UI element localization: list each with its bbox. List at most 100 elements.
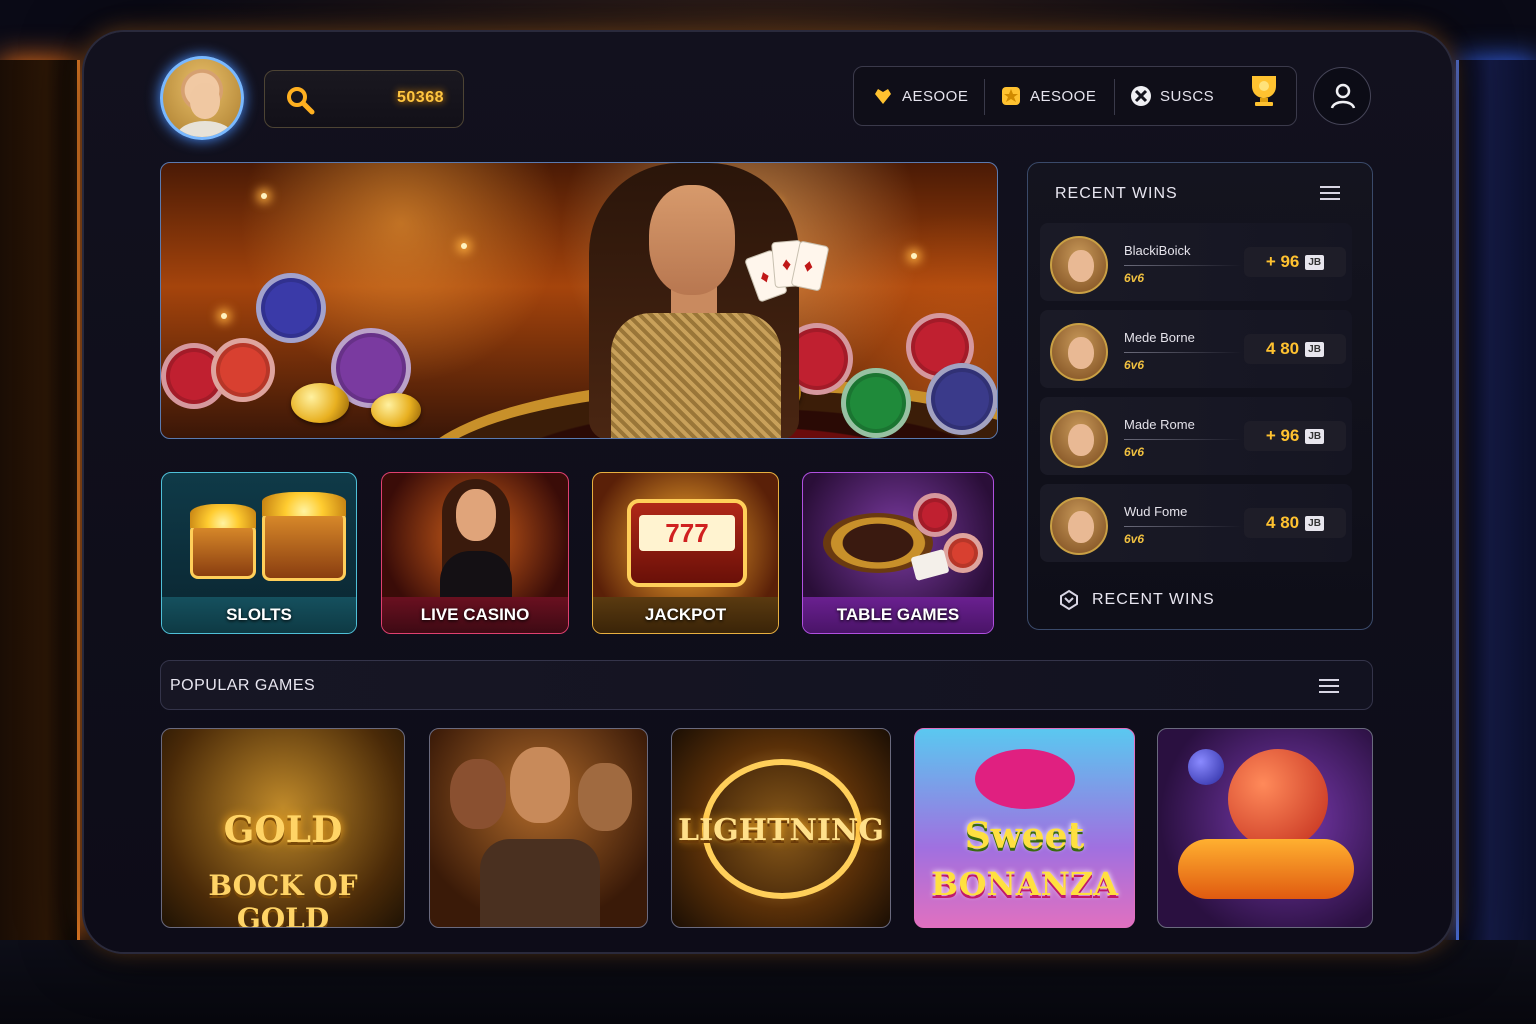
user-icon <box>1330 83 1356 109</box>
currency-label-3: SUSCS <box>1160 87 1215 105</box>
win-amount: 4 80 JB <box>1244 334 1346 364</box>
poker-chip <box>211 338 275 402</box>
currency-item-2[interactable]: AESOOE <box>1000 85 1096 107</box>
category-slots[interactable]: SLOLTS <box>161 472 357 634</box>
profile-avatar[interactable] <box>160 56 244 140</box>
winner-name: Made Rome <box>1124 417 1195 432</box>
win-row[interactable]: Mede Borne 6v6 4 80 JB <box>1040 310 1352 388</box>
recent-wins-link[interactable]: RECENT WINS <box>1058 589 1215 611</box>
gold-coin <box>291 383 349 423</box>
logo-blob <box>1178 839 1354 899</box>
slots-art <box>162 473 356 597</box>
winner-avatar <box>1050 410 1108 468</box>
category-jackpot[interactable]: 777 JACKPOT <box>592 472 779 634</box>
winner-avatar <box>1050 236 1108 294</box>
planet <box>1188 749 1224 785</box>
currency-badge: JB <box>1305 515 1324 531</box>
character-face <box>450 759 506 829</box>
game-tile-space[interactable] <box>1157 728 1373 928</box>
recent-wins-title: RECENT WINS <box>1055 185 1178 202</box>
gem-icon <box>1060 589 1078 611</box>
divider <box>1124 439 1242 440</box>
avatar-face <box>190 83 220 119</box>
treasure-chest <box>190 504 256 579</box>
winner-name: Mede Borne <box>1124 330 1195 345</box>
currency-label-1: AESOOE <box>902 87 969 105</box>
game-tile-adventure[interactable] <box>429 728 648 928</box>
win-row[interactable]: Made Rome 6v6 + 96 JB <box>1040 397 1352 475</box>
win-value: + 96 <box>1265 252 1300 271</box>
recent-wins-panel: RECENT WINS BlackiBoick 6v6 + 96 JB Mede … <box>1027 162 1373 630</box>
divider <box>1114 79 1115 115</box>
winner-name: Wud Fome <box>1124 504 1188 519</box>
game-title: LIGHTNING <box>678 813 884 848</box>
poker-chip <box>841 368 911 438</box>
winner-avatar <box>1050 497 1108 555</box>
game-subtitle: BOCK OF GOLD <box>208 869 358 928</box>
currency-item-1[interactable]: AESOOE <box>872 85 968 107</box>
divider <box>984 79 985 115</box>
currency-label-2: AESOOE <box>1030 87 1097 105</box>
winner-sub: 6v6 <box>1124 358 1145 372</box>
popular-games-header: POPULAR GAMES <box>160 660 1373 710</box>
win-amount: + 96 JB <box>1244 421 1346 451</box>
table-games-art <box>803 473 993 597</box>
character-body <box>480 839 600 927</box>
win-value: 4 80 <box>1266 339 1300 358</box>
floor <box>0 940 1536 1024</box>
poker-chip <box>943 533 983 573</box>
character-face <box>578 763 632 831</box>
category-label: LIVE CASINO <box>382 597 568 633</box>
game-title: Sweet <box>964 815 1085 857</box>
currency-bar: AESOOE AESOOE SUSCS <box>853 66 1297 126</box>
poker-chip <box>256 273 326 343</box>
dealer-dress <box>440 551 512 601</box>
search-icon <box>287 87 315 115</box>
treasure-chest <box>262 492 346 581</box>
divider <box>1124 352 1242 353</box>
right-glow-wall <box>1456 60 1536 940</box>
currency-badge: JB <box>1305 428 1325 444</box>
sparkle <box>221 313 227 319</box>
heart-gem-icon <box>875 89 891 104</box>
game-tile-lightning[interactable]: LIGHTNING <box>671 728 891 928</box>
winner-sub: 6v6 <box>1124 445 1145 459</box>
game-tile-sweet-bonanza[interactable]: Sweet BONANZA <box>914 728 1135 928</box>
game-tile-book-of-gold[interactable]: GOLD BOCK OF GOLD <box>161 728 405 928</box>
face <box>649 185 735 295</box>
win-amount: 4 80 JB <box>1244 508 1346 538</box>
candy-sign <box>975 749 1075 809</box>
dealer-face <box>456 489 496 541</box>
category-label: JACKPOT <box>593 597 778 633</box>
winner-avatar <box>1050 323 1108 381</box>
win-value: 4 80 <box>1266 513 1300 532</box>
sparkle <box>261 193 267 199</box>
popular-games-title: POPULAR GAMES <box>170 677 316 694</box>
slot-reels: 777 <box>639 515 735 551</box>
menu-icon[interactable] <box>1320 186 1340 200</box>
user-button[interactable] <box>1313 67 1371 125</box>
win-row[interactable]: Wud Fome 6v6 4 80 JB <box>1040 484 1352 562</box>
left-glow-wall <box>0 60 80 940</box>
poker-chip <box>926 363 997 435</box>
live-casino-art <box>382 473 568 601</box>
recent-wins-footer-label: RECENT WINS <box>1092 591 1215 608</box>
character-face <box>510 747 570 823</box>
casino-app: 50368 AESOOE AESOOE SUSCS ♦ ♦ ♦ SLOLTS L… <box>0 0 1536 1024</box>
menu-icon[interactable] <box>1319 679 1339 693</box>
divider <box>1124 526 1242 527</box>
trophy-icon[interactable] <box>1246 72 1282 108</box>
poker-chip <box>913 493 957 537</box>
currency-badge: JB <box>1305 341 1324 357</box>
search-box[interactable]: 50368 <box>264 70 464 128</box>
currency-item-3[interactable]: SUSCS <box>1130 85 1214 107</box>
category-live-casino[interactable]: LIVE CASINO <box>381 472 569 634</box>
sequin-dress <box>611 313 781 438</box>
jackpot-art: 777 <box>593 473 778 597</box>
category-label: SLOLTS <box>162 597 356 633</box>
win-row[interactable]: BlackiBoick 6v6 + 96 JB <box>1040 223 1352 301</box>
category-table-games[interactable]: TABLE GAMES <box>802 472 994 634</box>
hero-banner[interactable]: ♦ ♦ ♦ <box>160 162 998 439</box>
x-circle-icon <box>1131 86 1151 106</box>
game-title: GOLD <box>223 809 343 851</box>
